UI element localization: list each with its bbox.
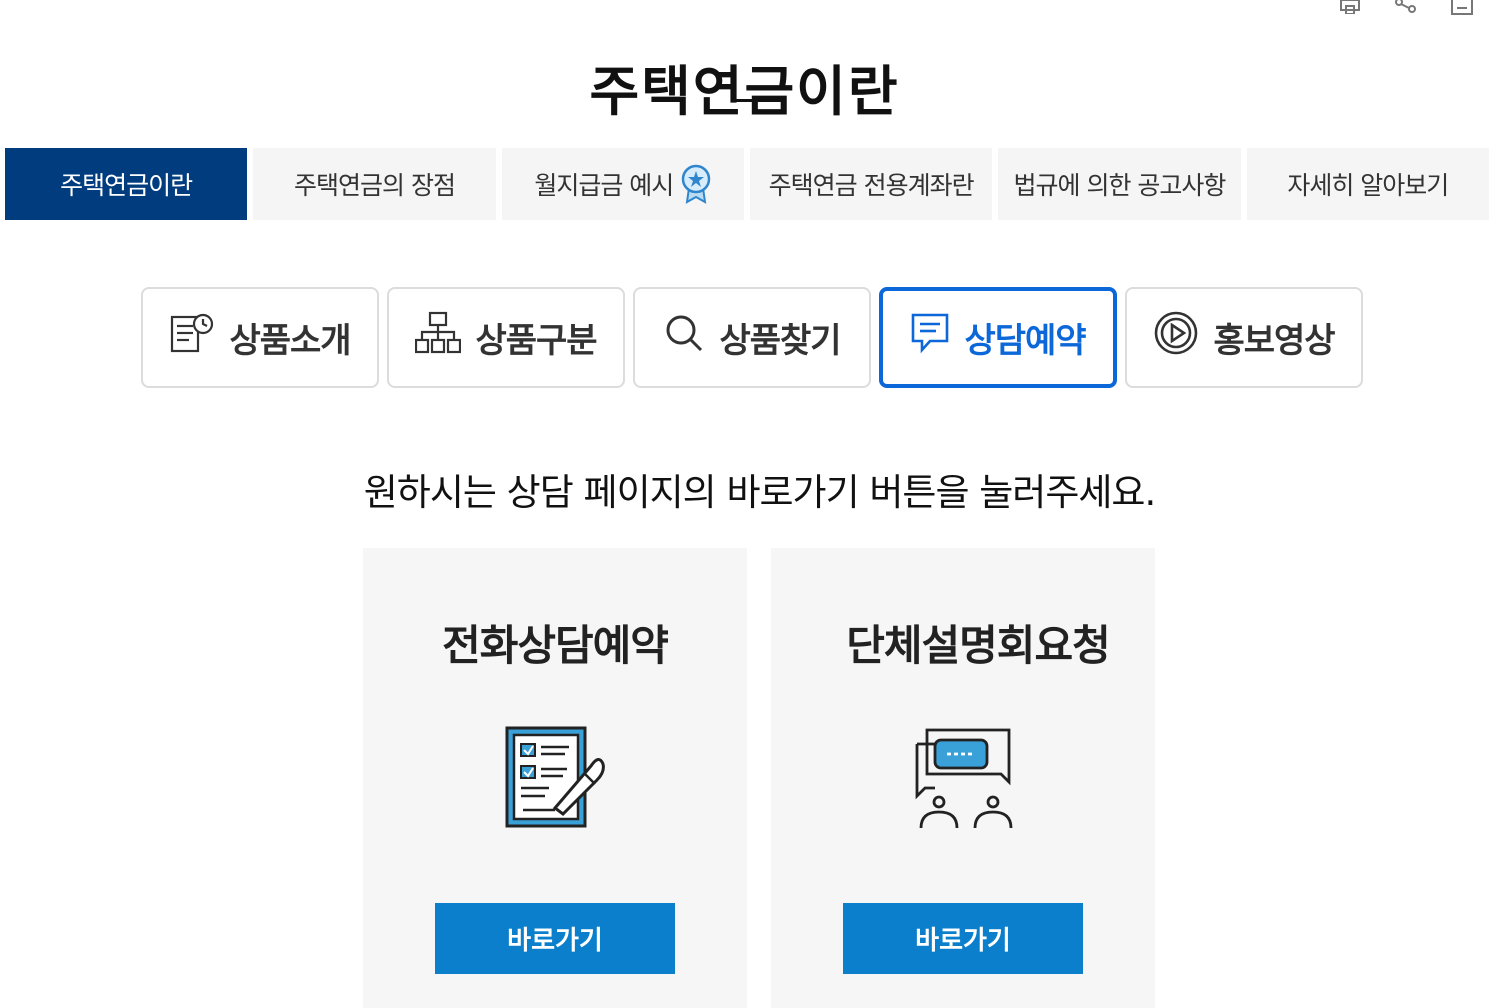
- share-icon[interactable]: [1391, 0, 1421, 18]
- title-underline: [735, 99, 783, 102]
- phone-consultation-go-button[interactable]: 바로가기: [435, 903, 675, 974]
- checklist-phone-icon: [505, 726, 605, 832]
- utility-toolbar: [1335, 0, 1477, 18]
- chat-document-icon: [910, 312, 950, 363]
- tab-legal-notices[interactable]: 법규에 의한 공고사항: [998, 148, 1241, 220]
- search-icon: [663, 312, 705, 363]
- subnav-product-search[interactable]: 상품찾기: [633, 287, 871, 388]
- page-title: 주택연금이란: [589, 60, 900, 124]
- tab-housing-pension-intro[interactable]: 주택연금이란: [5, 148, 248, 220]
- tab-advantages[interactable]: 주택연금의 장점: [253, 148, 496, 220]
- card-title-group-seminar: 단체설명회요청: [846, 621, 1110, 670]
- subnav-product-intro[interactable]: 상품소개: [141, 287, 379, 388]
- bookmark-icon[interactable]: [1447, 0, 1477, 18]
- group-chat-icon: [913, 726, 1013, 834]
- sub-navigation: 상품소개 상품구분 상품찾기 상담예약 홍보영상: [141, 287, 1363, 388]
- subnav-consultation-booking[interactable]: 상담예약: [879, 287, 1117, 388]
- tab-learn-more[interactable]: 자세히 알아보기: [1246, 148, 1489, 220]
- card-title-phone-consultation: 전화상담예약: [442, 621, 669, 670]
- instruction-text: 원하시는 상담 페이지의 바로가기 버튼을 눌러주세요.: [363, 471, 1156, 514]
- org-chart-icon: [415, 310, 462, 365]
- tab-monthly-payment-example[interactable]: 월지급금 예시: [501, 148, 744, 220]
- play-circle-icon: [1153, 310, 1199, 365]
- subnav-product-category[interactable]: 상품구분: [387, 287, 625, 388]
- tab-dedicated-account[interactable]: 주택연금 전용계좌란: [749, 148, 993, 220]
- document-clock-icon: [169, 310, 215, 365]
- print-icon[interactable]: [1335, 0, 1365, 18]
- top-tabs: 주택연금이란 주택연금의 장점 월지급금 예시 주택연금 전용계좌란 법규에 의…: [5, 148, 1489, 220]
- group-seminar-go-button[interactable]: 바로가기: [843, 903, 1083, 974]
- ribbon-badge-icon: [681, 164, 711, 204]
- subnav-promo-video[interactable]: 홍보영상: [1125, 287, 1363, 388]
